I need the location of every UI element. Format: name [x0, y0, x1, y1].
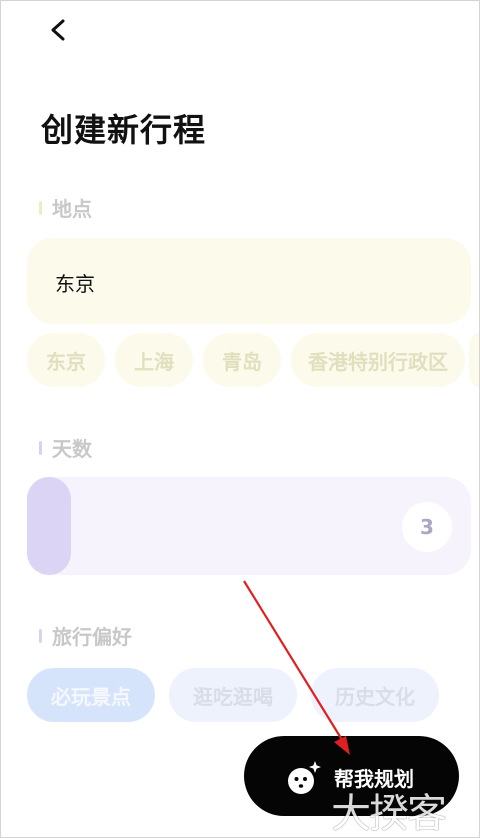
location-chip-more[interactable] — [469, 333, 479, 387]
ghost-sparkle-icon — [288, 761, 321, 794]
chevron-left-icon — [51, 19, 65, 41]
days-label-bar — [39, 440, 42, 455]
preference-chip-must-see[interactable]: 必玩景点 — [27, 668, 155, 722]
location-chip-hongkong[interactable]: 香港特别行政区 — [291, 333, 465, 387]
page-title: 创建新行程 — [41, 111, 207, 149]
location-suggestions: 东京 上海 青岛 香港特别行政区 — [27, 333, 465, 387]
days-slider-thumb[interactable] — [27, 477, 71, 575]
location-chip-shanghai[interactable]: 上海 — [115, 333, 193, 387]
preferences-section-label: 旅行偏好 — [39, 621, 132, 650]
days-slider[interactable]: 3 — [27, 477, 471, 575]
days-value-badge: 3 — [402, 502, 452, 552]
back-button[interactable] — [45, 15, 73, 45]
watermark: 大揆客 — [331, 791, 447, 837]
preferences-label-text: 旅行偏好 — [52, 625, 132, 649]
days-label-text: 天数 — [52, 437, 92, 461]
preference-options: 必玩景点 逛吃逛喝 历史文化 — [27, 668, 439, 722]
location-chip-qingdao[interactable]: 青岛 — [203, 333, 281, 387]
preference-chip-food[interactable]: 逛吃逛喝 — [169, 668, 297, 722]
location-section-label: 地点 — [39, 193, 92, 222]
location-label-text: 地点 — [52, 197, 92, 221]
location-chip-tokyo[interactable]: 东京 — [27, 333, 105, 387]
location-input-value: 东京 — [55, 272, 95, 296]
location-label-bar — [39, 200, 42, 215]
screen: 创建新行程 地点 东京 东京 上海 青岛 香港特别行政区 天数 3 旅行偏好 必… — [0, 0, 480, 838]
location-input[interactable]: 东京 — [27, 238, 471, 324]
preferences-label-bar — [39, 628, 42, 643]
preference-chip-history[interactable]: 历史文化 — [311, 668, 439, 722]
days-section-label: 天数 — [39, 433, 92, 462]
